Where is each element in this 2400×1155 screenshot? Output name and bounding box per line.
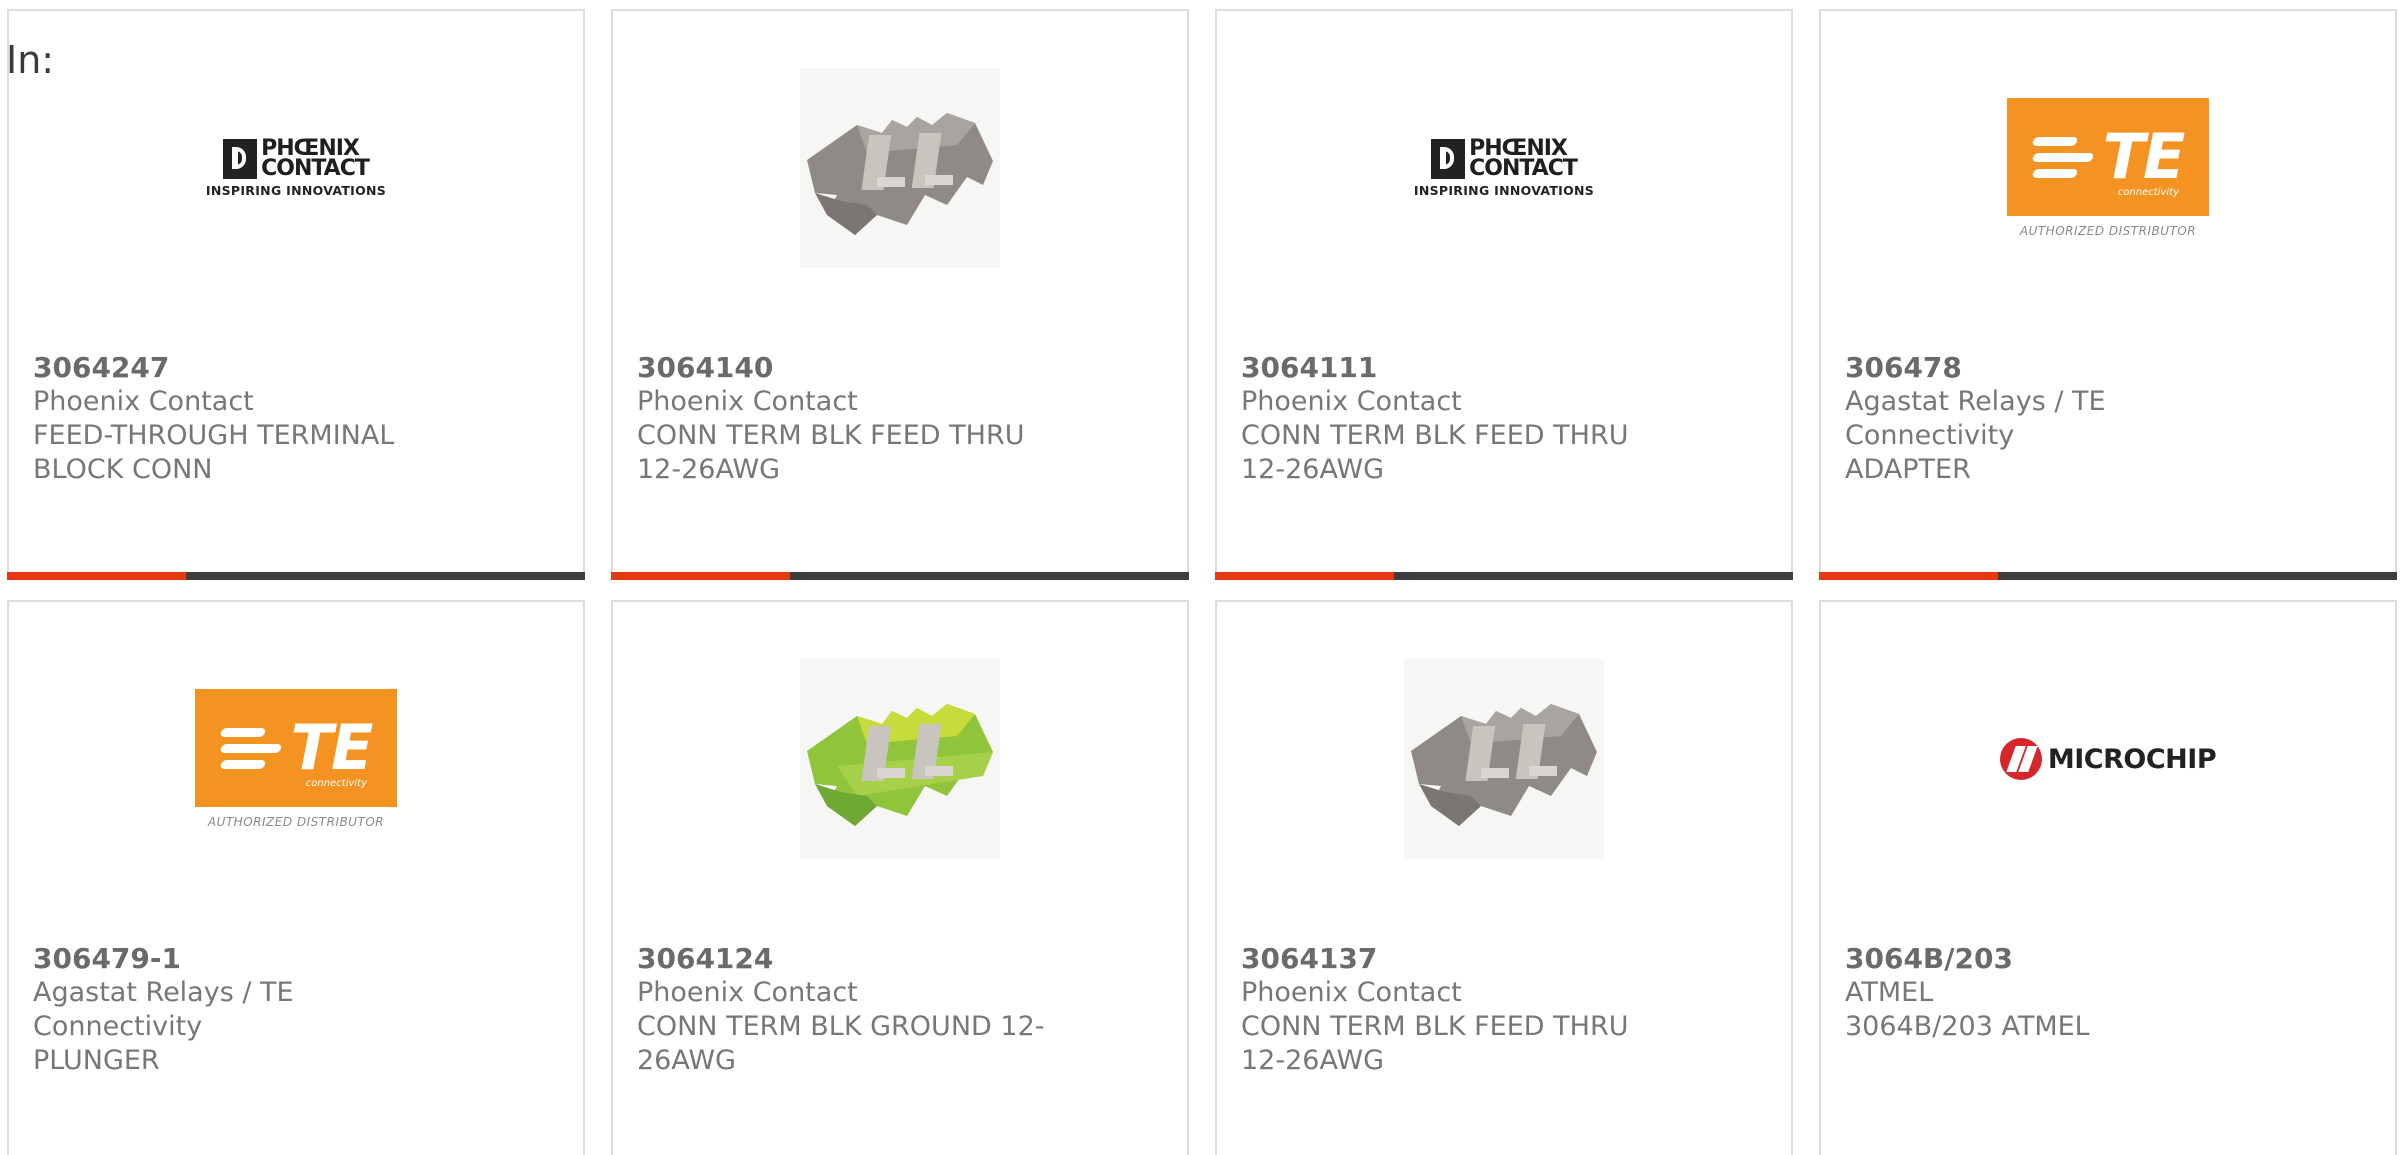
description: CONN TERM BLK FEED THRU 12-26AWG <box>1241 1011 1629 1076</box>
part-number[interactable]: 3064140 <box>637 351 1067 385</box>
microchip-mark-icon <box>1999 738 2042 780</box>
progress-bar <box>1819 572 2397 580</box>
product-card[interactable]: PHŒNIX CONTACT INSPIRING INNOVATIONS 306… <box>1215 9 1793 580</box>
te-lines-icon <box>219 727 282 769</box>
product-image[interactable]: TE connectivity AUTHORIZED DISTRIBUTOR <box>9 654 583 864</box>
terminal-block-green-image <box>800 659 1000 859</box>
phoenix-mark-icon <box>223 138 258 179</box>
product-image[interactable]: PHŒNIX CONTACT INSPIRING INNOVATIONS <box>9 63 583 273</box>
product-card[interactable]: TE connectivity AUTHORIZED DISTRIBUTOR 3… <box>1819 9 2397 580</box>
product-card[interactable]: 3064137 Phoenix Contact CONN TERM BLK FE… <box>1215 600 1793 1155</box>
product-image[interactable]: TE connectivity AUTHORIZED DISTRIBUTOR <box>1821 63 2395 273</box>
description: CONN TERM BLK FEED THRU 12-26AWG <box>637 420 1025 485</box>
phoenix-contact-logo: PHŒNIX CONTACT INSPIRING INNOVATIONS <box>1413 135 1595 198</box>
progress-fill <box>7 572 187 580</box>
manufacturer: Phoenix Contact <box>33 386 254 417</box>
filter-label: In: <box>6 38 55 82</box>
manufacturer: ATMEL <box>1845 977 1934 1008</box>
description: CONN TERM BLK GROUND 12-26AWG <box>637 1011 1045 1076</box>
phoenix-mark-icon <box>1431 138 1466 179</box>
product-image[interactable] <box>1217 654 1791 864</box>
product-card[interactable]: TE connectivity AUTHORIZED DISTRIBUTOR 3… <box>7 600 585 1155</box>
product-card[interactable]: MICROCHIP 3064B/203 ATMEL 3064B/203 ATME… <box>1819 600 2397 1155</box>
description: 3064B/203 ATMEL <box>1845 1011 2090 1042</box>
description: ADAPTER <box>1845 454 1971 485</box>
description: PLUNGER <box>33 1045 160 1076</box>
progress-fill <box>1215 572 1395 580</box>
terminal-block-gray-image <box>800 68 1000 268</box>
part-number[interactable]: 3064124 <box>637 942 1067 976</box>
te-connectivity-logo: TE connectivity AUTHORIZED DISTRIBUTOR <box>195 689 397 829</box>
manufacturer: Phoenix Contact <box>1241 977 1462 1008</box>
progress-fill <box>611 572 791 580</box>
manufacturer: Phoenix Contact <box>637 977 858 1008</box>
progress-bar <box>611 572 1189 580</box>
product-image[interactable] <box>613 63 1187 273</box>
manufacturer: Phoenix Contact <box>1241 386 1462 417</box>
part-number[interactable]: 3064B/203 <box>1845 942 2275 976</box>
terminal-block-gray-image <box>1404 659 1604 859</box>
progress-fill <box>1819 572 1999 580</box>
part-number[interactable]: 3064247 <box>33 351 463 385</box>
te-connectivity-logo: TE connectivity AUTHORIZED DISTRIBUTOR <box>2007 98 2209 238</box>
phoenix-contact-logo: PHŒNIX CONTACT INSPIRING INNOVATIONS <box>205 135 387 198</box>
description: CONN TERM BLK FEED THRU 12-26AWG <box>1241 420 1629 485</box>
part-number[interactable]: 3064137 <box>1241 942 1671 976</box>
manufacturer: Phoenix Contact <box>637 386 858 417</box>
product-image[interactable] <box>613 654 1187 864</box>
manufacturer: Agastat Relays / TE Connectivity <box>1845 386 2106 451</box>
progress-bar <box>7 572 585 580</box>
product-card[interactable]: 3064140 Phoenix Contact CONN TERM BLK FE… <box>611 9 1189 580</box>
progress-bar <box>1215 572 1793 580</box>
product-image[interactable]: PHŒNIX CONTACT INSPIRING INNOVATIONS <box>1217 63 1791 273</box>
microchip-logo: MICROCHIP <box>1999 738 2217 780</box>
part-number[interactable]: 3064111 <box>1241 351 1671 385</box>
description: FEED-THROUGH TERMINAL BLOCK CONN <box>33 420 395 485</box>
product-card[interactable]: 3064124 Phoenix Contact CONN TERM BLK GR… <box>611 600 1189 1155</box>
te-lines-icon <box>2031 136 2094 178</box>
manufacturer: Agastat Relays / TE Connectivity <box>33 977 294 1042</box>
part-number[interactable]: 306479-1 <box>33 942 463 976</box>
part-number[interactable]: 306478 <box>1845 351 2275 385</box>
product-card[interactable]: PHŒNIX CONTACT INSPIRING INNOVATIONS 306… <box>7 9 585 580</box>
product-image[interactable]: MICROCHIP <box>1821 654 2395 864</box>
